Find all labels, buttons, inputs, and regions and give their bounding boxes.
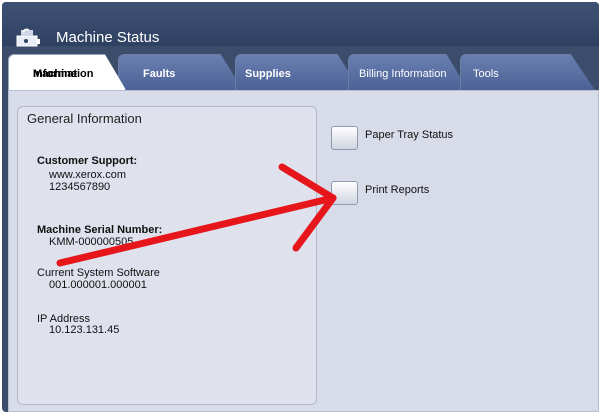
tab-label-line2: Information [33,68,94,80]
